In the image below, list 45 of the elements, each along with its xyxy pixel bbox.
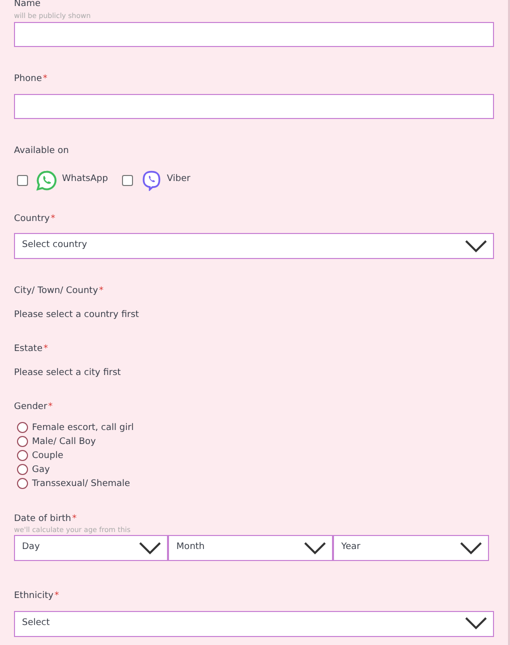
radio-button[interactable] — [17, 464, 28, 475]
select-dropdown[interactable]: Day — [14, 535, 168, 561]
select-dropdown[interactable]: Year — [333, 535, 489, 561]
select-dropdown[interactable]: Select country — [14, 233, 494, 259]
phone-bubble-icon — [36, 170, 57, 190]
radio-button[interactable] — [17, 478, 28, 489]
radio-button[interactable] — [17, 436, 28, 447]
chevron-icon — [465, 240, 487, 252]
radio-label: Female escort, call girl — [32, 422, 134, 434]
radio-label: Couple — [32, 450, 64, 462]
checkbox-label: Viber — [166, 173, 190, 186]
field-label: Estate — [14, 343, 42, 355]
required-asterisk: * — [72, 514, 77, 524]
field-label: Country — [14, 212, 50, 224]
radio-button[interactable] — [17, 422, 28, 433]
chevron-icon — [465, 617, 487, 630]
checkbox-label: WhatsApp — [62, 173, 108, 186]
required-asterisk: * — [99, 286, 104, 296]
field-label: Gender — [14, 401, 48, 413]
field-label: Phone — [14, 72, 42, 84]
radio-label: Gay — [32, 464, 50, 476]
helper-text: Please select a city first — [14, 366, 122, 380]
required-asterisk: * — [42, 74, 48, 84]
checkbox[interactable] — [122, 174, 133, 186]
select-dropdown[interactable]: Month — [168, 535, 334, 561]
radio-button[interactable] — [17, 450, 28, 461]
field-label: Date of birth — [14, 512, 72, 524]
field-label: Available on — [14, 145, 69, 157]
field-label: Ethnicity — [14, 590, 54, 602]
field-label: City/ Town/ County — [14, 285, 98, 297]
phone-bubble-icon — [140, 170, 162, 190]
required-asterisk: * — [48, 402, 53, 412]
required-asterisk: * — [44, 344, 48, 354]
helper-text: Please select a country first — [14, 308, 140, 322]
radio-label: Transsexual/ Shemale — [32, 478, 130, 490]
chevron-icon — [139, 542, 162, 554]
text-field[interactable] — [14, 22, 494, 46]
select-dropdown[interactable]: Select — [14, 610, 494, 636]
radio-label: Male/ Call Boy — [32, 436, 96, 448]
required-asterisk: * — [50, 214, 56, 224]
checkbox[interactable] — [17, 174, 28, 186]
chevron-icon — [460, 542, 482, 554]
required-asterisk: * — [54, 591, 59, 601]
text-field[interactable] — [14, 94, 494, 119]
chevron-icon — [304, 542, 326, 554]
